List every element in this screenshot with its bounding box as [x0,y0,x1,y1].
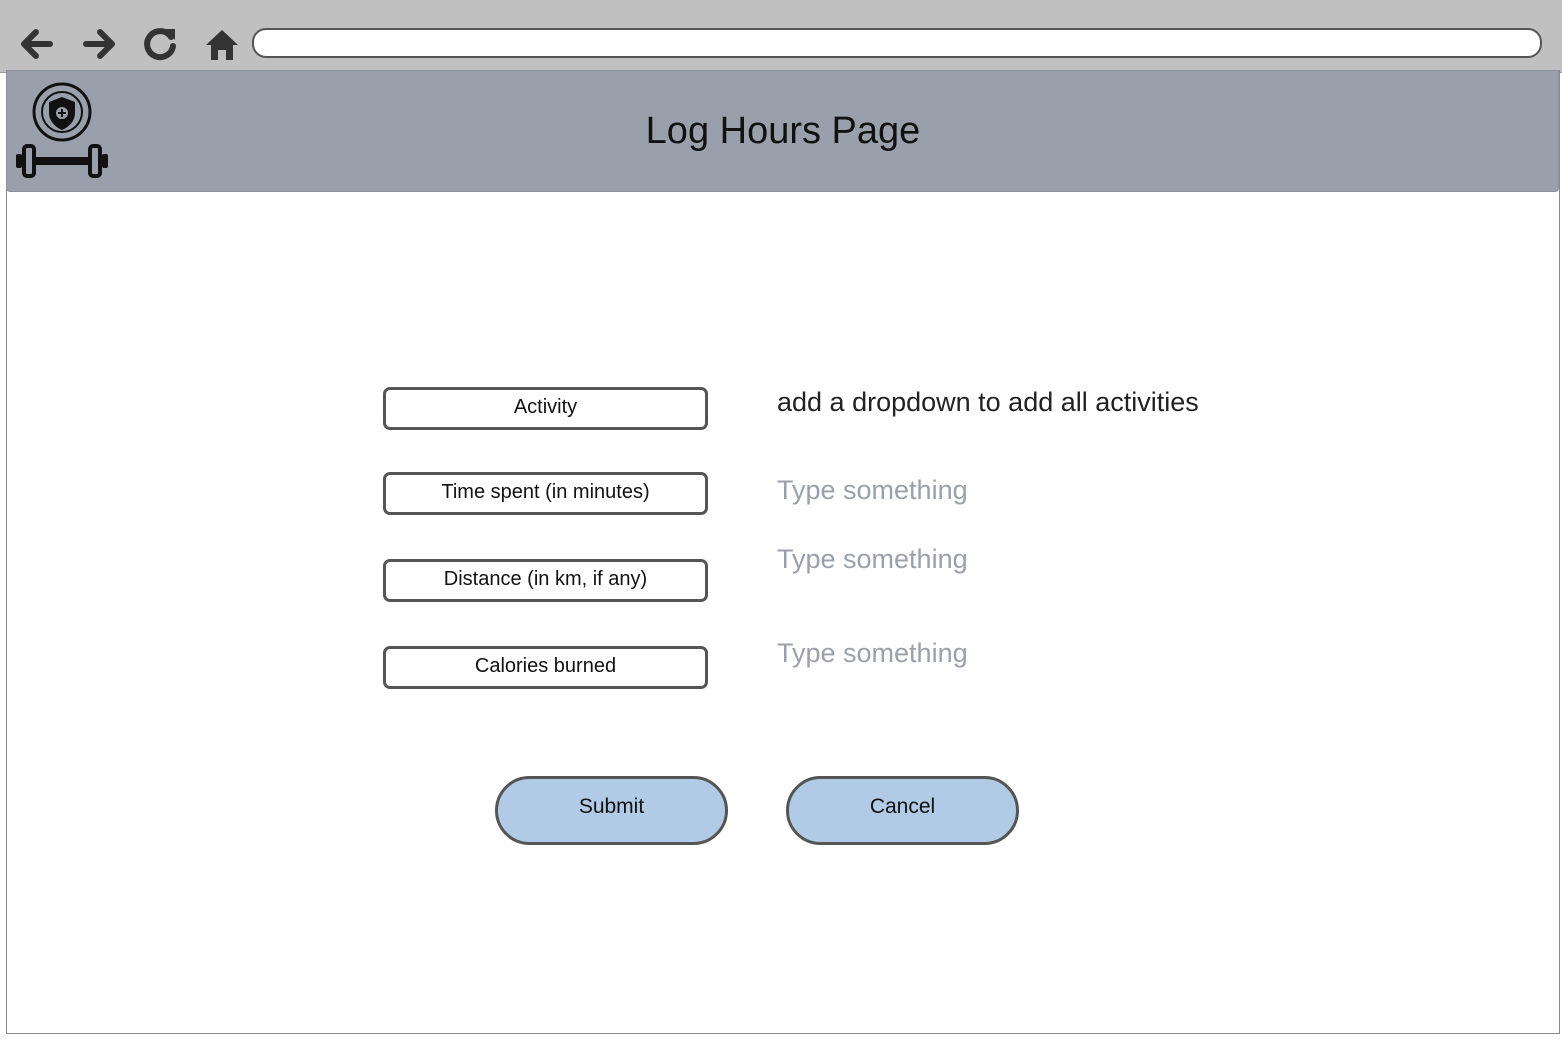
back-button[interactable] [14,22,58,66]
activity-label: Activity [383,387,708,430]
distance-input[interactable] [775,539,1199,579]
home-icon [206,30,238,60]
home-button[interactable] [200,22,244,66]
forward-arrow-icon [83,29,115,59]
browser-window: Log Hours Page Activity add a dropdown t… [0,0,1562,1040]
time-spent-input[interactable] [775,470,1199,510]
cancel-button[interactable]: Cancel [786,776,1019,845]
reload-icon [144,28,176,61]
browser-toolbar [0,0,1562,73]
activity-dropdown-note: add a dropdown to add all activities [777,387,1199,417]
distance-label: Distance (in km, if any) [383,559,708,602]
calories-burned-input[interactable] [775,633,1199,673]
forward-button[interactable] [78,22,122,66]
address-bar[interactable] [252,28,1542,58]
time-spent-label: Time spent (in minutes) [383,472,708,515]
calories-burned-label: Calories burned [383,646,708,689]
back-arrow-icon [21,29,53,59]
reload-button[interactable] [138,22,182,66]
page-title: Log Hours Page [645,110,921,152]
submit-button[interactable]: Submit [495,776,728,845]
